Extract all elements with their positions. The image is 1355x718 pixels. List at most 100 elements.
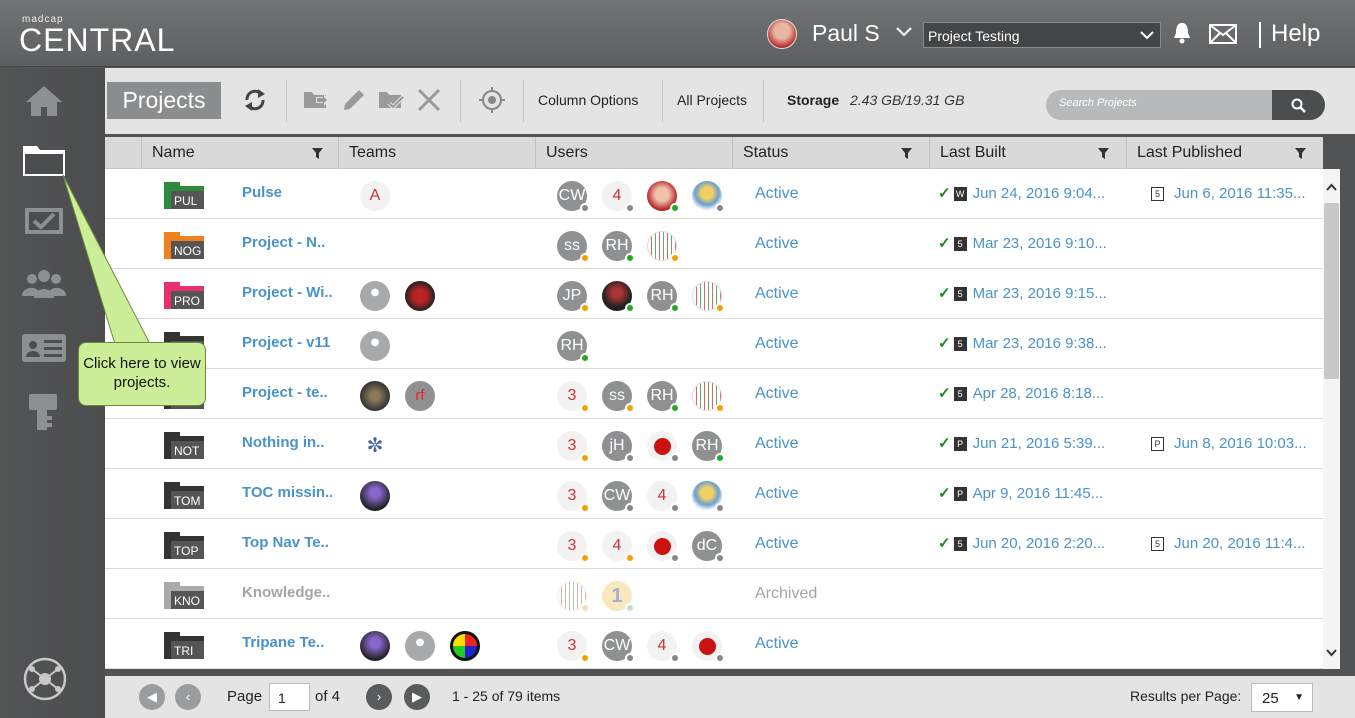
last-built[interactable]: ✓ 5 Apr 28, 2016 8:18... [938,384,1104,402]
next-page-button[interactable]: › [366,684,392,710]
last-published[interactable]: 5 Jun 20, 2016 11:4... [1151,535,1306,552]
home-icon[interactable] [20,80,68,120]
refresh-icon[interactable] [241,86,269,114]
open-folder-icon[interactable] [302,86,330,114]
team-avatar[interactable] [450,631,480,661]
user-avatar[interactable]: 4 [602,181,635,213]
last-built[interactable]: ✓ 5 Jun 20, 2016 2:20... [938,534,1105,552]
search-input[interactable]: Search Projects [1046,90,1274,120]
column-header-users[interactable]: Users [535,137,732,169]
user-avatar[interactable] [647,431,680,463]
user-avatar[interactable]: 3 [557,381,590,413]
project-name-link[interactable]: Top Nav Te.. [242,534,332,551]
project-name-link[interactable]: Tripane Te.. [242,634,332,651]
user-avatar[interactable] [602,281,635,313]
last-published[interactable]: P Jun 8, 2016 10:03... [1151,435,1307,452]
team-avatar[interactable] [360,481,390,511]
user-avatar[interactable]: CW [557,181,590,213]
column-header-status[interactable]: Status [732,137,929,169]
edit-icon[interactable] [340,86,368,114]
target-icon[interactable] [478,86,506,114]
column-header-last-published[interactable]: Last Published [1126,137,1323,169]
user-avatar[interactable]: jH [602,431,635,463]
user-avatar[interactable]: 4 [602,531,635,563]
project-select[interactable]: Project Testing [923,22,1161,48]
user-avatar[interactable]: 3 [557,431,590,463]
all-projects-button[interactable]: All Projects [677,92,747,108]
user-avatar[interactable]: JP [557,281,590,313]
last-page-button[interactable]: ▶ [404,684,430,710]
user-avatar[interactable]: RH [647,281,680,313]
table-row[interactable]: NOT Nothing in.. ✼ 3 jH RH Active ✓ P Jun 21, 201… [105,419,1323,469]
project-name-link[interactable]: TOC missin.. [242,484,332,501]
delete-icon[interactable] [415,86,443,114]
key-icon[interactable] [20,392,68,432]
filter-icon[interactable] [312,148,323,159]
user-avatar[interactable] [692,281,725,313]
project-name-link[interactable]: Pulse [242,184,332,201]
user-avatar[interactable] [692,481,725,513]
project-name-link[interactable]: Project - N.. [242,234,332,251]
user-avatar[interactable]: RH [647,381,680,413]
scroll-up-icon[interactable] [1326,183,1337,191]
project-name-link[interactable]: Project - te.. [242,384,332,401]
last-built[interactable]: ✓ P Jun 21, 2016 5:39... [938,434,1105,452]
column-header-name[interactable]: Name [141,137,339,169]
brand-logo[interactable]: CENTRAL [19,22,175,59]
grid-scrollbar[interactable] [1323,169,1340,669]
team-avatar[interactable]: rf [405,381,435,411]
team-avatar[interactable]: A [360,181,390,211]
filter-icon[interactable] [901,148,912,159]
user-avatar[interactable] [647,231,680,263]
column-header-teams[interactable]: Teams [338,137,535,169]
project-name-link[interactable]: Knowledge.. [242,584,332,601]
user-avatar[interactable] [557,581,590,613]
user-avatar[interactable]: 3 [557,481,590,513]
last-built[interactable]: ✓ 5 Mar 23, 2016 9:38... [938,334,1107,352]
table-row[interactable]: Project - v11 RH Active ✓ 5 Mar 23, 2016 9:38… [105,319,1323,369]
filter-icon[interactable] [1295,148,1306,159]
team-avatar[interactable] [360,331,390,361]
last-built[interactable]: ✓ P Apr 9, 2016 11:45... [938,484,1103,502]
last-built[interactable]: ✓ W Jun 24, 2016 9:04... [938,184,1105,202]
table-row[interactable]: Project - te.. rf 3 ss RH Active ✓ 5 Apr 28, 201… [105,369,1323,419]
bell-icon[interactable] [1172,21,1192,45]
search-button[interactable] [1272,90,1325,120]
project-name-link[interactable]: Nothing in.. [242,434,332,451]
scrollbar-thumb[interactable] [1324,203,1339,379]
user-avatar[interactable]: CW [602,631,635,663]
last-published[interactable]: 5 Jun 6, 2016 11:35... [1151,185,1306,202]
table-row[interactable]: TRI Tripane Te.. 3 CW 4 Active [105,619,1323,669]
user-avatar[interactable] [647,181,680,213]
team-avatar[interactable]: ✼ [360,431,390,461]
user-avatar[interactable]: 3 [557,631,590,663]
user-avatar[interactable] [647,531,680,563]
team-avatar[interactable] [360,381,390,411]
first-page-button[interactable]: ◀ [139,684,165,710]
last-built[interactable]: ✓ 5 Mar 23, 2016 9:10... [938,234,1107,252]
help-link[interactable]: Help [1271,20,1320,48]
team-avatar[interactable] [405,631,435,661]
prev-page-button[interactable]: ‹ [175,684,201,710]
project-name-link[interactable]: Project - Wi.. [242,284,332,301]
user-avatar[interactable]: 3 [557,531,590,563]
user-avatar[interactable]: 4 [647,631,680,663]
user-avatar[interactable]: ss [557,231,590,263]
scroll-down-icon[interactable] [1326,649,1337,657]
table-row[interactable]: TOM TOC missin.. 3 CW 4 Active ✓ P Apr 9, 2016 1… [105,469,1323,519]
team-avatar[interactable] [360,631,390,661]
user-avatar[interactable]: RH [692,431,725,463]
user-name[interactable]: Paul S [812,20,880,47]
user-avatar[interactable] [692,381,725,413]
column-options-button[interactable]: Column Options [538,92,638,108]
table-row[interactable]: PUL Pulse A CW 4 Active ✓ W Jun 24, 2016 9:04...… [105,169,1323,219]
team-avatar[interactable] [405,281,435,311]
user-avatar[interactable]: 1 [602,581,635,613]
chevron-down-icon[interactable] [895,24,913,40]
table-row[interactable]: PRO Project - Wi.. JP RH Active ✓ 5 Mar 23, 201… [105,269,1323,319]
table-row[interactable]: NOG Project - N.. ss RH Active ✓ 5 Mar 23, 2016… [105,219,1323,269]
folder-check-icon[interactable] [377,86,405,114]
user-avatar[interactable]: RH [602,231,635,263]
user-avatar[interactable]: 4 [647,481,680,513]
table-row[interactable]: KNO Knowledge.. 1 Archived [105,569,1323,619]
